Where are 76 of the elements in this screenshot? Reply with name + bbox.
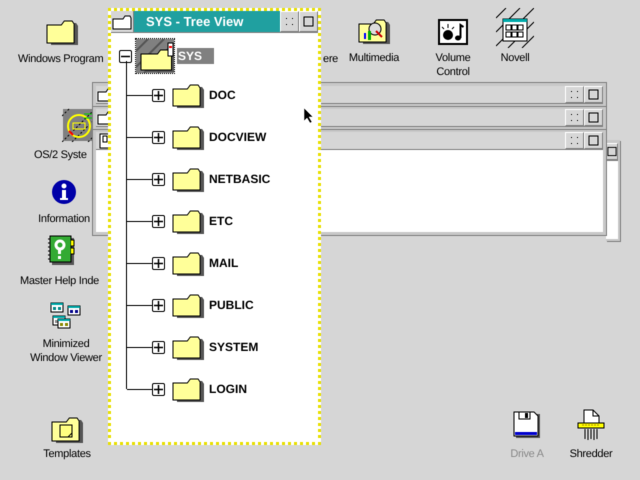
window-title: SYS - Tree View: [145, 13, 244, 31]
server-folder-icon[interactable]: [136, 39, 174, 73]
tree-item[interactable]: DOC: [209, 88, 236, 102]
icon-label[interactable]: Shredder: [570, 447, 612, 461]
folder-icon[interactable]: [172, 82, 204, 108]
tree-item[interactable]: SYS: [177, 48, 214, 64]
minimize-icon: [570, 113, 579, 122]
folder-icon[interactable]: [172, 124, 204, 150]
folder-icon[interactable]: [172, 376, 204, 402]
minimize-button[interactable]: [280, 11, 299, 32]
minimize-icon: [570, 136, 579, 145]
multimedia-folder-icon[interactable]: [358, 17, 390, 45]
icon-label[interactable]: Volume Control: [428, 51, 478, 79]
tree-item[interactable]: ETC: [209, 214, 233, 228]
icon-label[interactable]: Multimedia: [348, 51, 400, 65]
pointer-icon: [303, 107, 313, 123]
icon-label[interactable]: Minimized Window Viewer: [28, 337, 104, 365]
folder-icon[interactable]: [172, 292, 204, 318]
maximize-icon: [588, 112, 599, 123]
expand-button[interactable]: [152, 214, 165, 228]
tree-item[interactable]: NETBASIC: [209, 172, 270, 186]
expand-button[interactable]: [152, 88, 165, 102]
maximize-icon: [588, 135, 599, 146]
floppy-disk-icon[interactable]: [513, 411, 541, 439]
info-icon[interactable]: [51, 179, 77, 205]
maximize-button[interactable]: [299, 11, 318, 32]
folder-icon[interactable]: [112, 14, 132, 30]
plus-icon: [154, 384, 163, 394]
plus-icon: [154, 174, 163, 184]
maximize-icon: [303, 16, 314, 27]
grid-window-icon[interactable]: [496, 8, 534, 48]
help-book-icon[interactable]: [48, 234, 76, 266]
folder-icon[interactable]: [172, 166, 204, 192]
tree-item[interactable]: LOGIN: [209, 382, 247, 396]
expand-button[interactable]: [152, 256, 165, 270]
icon-label[interactable]: Templates: [43, 447, 91, 461]
plus-icon: [154, 216, 163, 226]
icon-label[interactable]: Information: [38, 212, 90, 226]
folder-icon[interactable]: [172, 208, 204, 234]
maximize-button[interactable]: [584, 109, 603, 126]
windows-icon[interactable]: [50, 302, 82, 330]
plus-icon: [154, 132, 163, 142]
expand-button[interactable]: [152, 382, 165, 396]
expand-button[interactable]: [152, 298, 165, 312]
folder-icon[interactable]: [172, 334, 204, 360]
folder-icon[interactable]: [46, 18, 78, 46]
plus-icon: [154, 300, 163, 310]
expand-button[interactable]: [152, 130, 165, 144]
tree-item[interactable]: PUBLIC: [209, 298, 254, 312]
maximize-button[interactable]: [584, 86, 603, 103]
icon-label[interactable]: OS/2 Syste: [34, 148, 87, 162]
icon-label[interactable]: Master Help Inde: [20, 274, 99, 288]
maximize-icon: [607, 146, 617, 157]
icon-label[interactable]: ere: [323, 52, 338, 66]
expand-button[interactable]: [152, 340, 165, 354]
shredder-icon[interactable]: [576, 409, 606, 441]
minimize-icon: [285, 17, 294, 26]
icon-label[interactable]: Windows Program: [18, 52, 104, 66]
tree-item[interactable]: SYSTEM: [209, 340, 258, 354]
plus-icon: [154, 342, 163, 352]
maximize-button[interactable]: [606, 143, 618, 160]
plus-icon: [154, 90, 163, 100]
tree-item[interactable]: MAIL: [209, 256, 238, 270]
knob-note-icon[interactable]: [438, 19, 468, 45]
minimize-button[interactable]: [565, 109, 584, 126]
maximize-button[interactable]: [584, 132, 603, 149]
minimize-button[interactable]: [565, 86, 584, 103]
minimize-icon: [570, 90, 579, 99]
maximize-icon: [588, 89, 599, 100]
expand-button[interactable]: [152, 172, 165, 186]
plus-icon: [154, 258, 163, 268]
tree-item[interactable]: DOCVIEW: [209, 130, 266, 144]
minimize-button[interactable]: [565, 132, 584, 149]
collapse-button[interactable]: [119, 50, 132, 62]
folder-icon[interactable]: [172, 250, 204, 276]
icon-label[interactable]: Novell: [500, 51, 530, 65]
